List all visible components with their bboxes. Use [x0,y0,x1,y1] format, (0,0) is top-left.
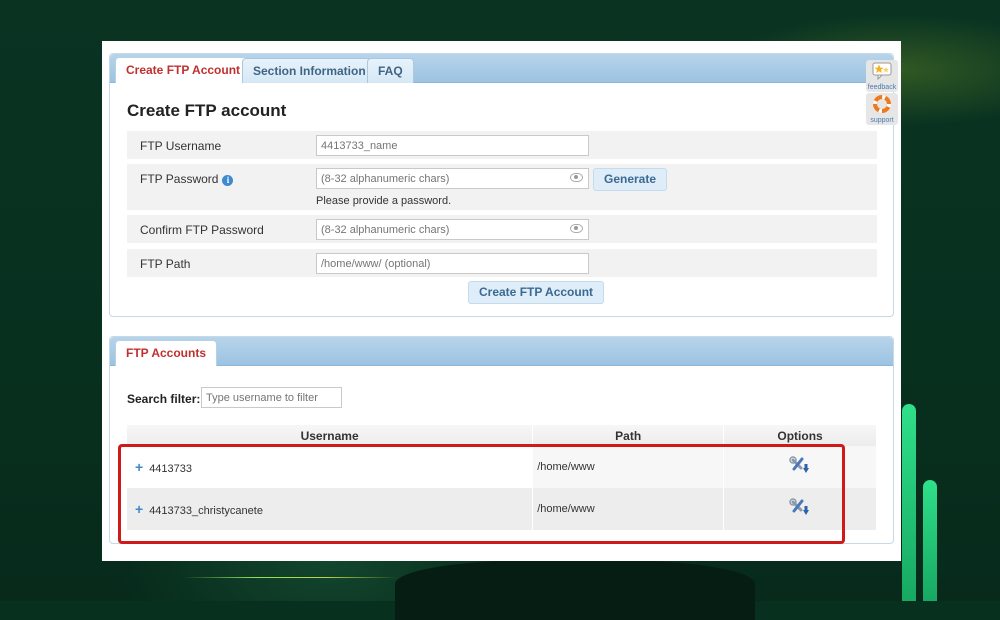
path-cell: /home/www [532,488,725,530]
options-cell [723,488,877,530]
eye-icon[interactable] [570,224,583,233]
form-title: Create FTP account [127,101,287,120]
column-options: Options [723,425,877,446]
tab-ftp-accounts[interactable]: FTP Accounts [115,340,218,366]
username-value: 4413733_christycanete [149,505,263,517]
confirm-password-row: Confirm FTP Password [127,215,877,243]
tab-section-information[interactable]: Section Information [242,58,377,83]
ftp-accounts-panel: FTP Accounts Search filter: Username Pat… [109,336,894,544]
eye-icon[interactable] [570,173,583,182]
table-header: Username Path Options [127,425,877,446]
username-value: 4413733 [149,463,193,475]
support-icon [873,95,891,113]
path-row: FTP Path [127,249,877,277]
support-button[interactable]: support [866,93,898,125]
password-field-wrap [316,168,589,189]
background-decoration [183,577,398,578]
confirm-password-input[interactable] [316,219,589,240]
feedback-icon [872,62,892,81]
info-icon[interactable]: i [222,175,234,186]
tab-create-ftp-account[interactable]: Create FTP Account [115,57,252,83]
column-path[interactable]: Path [532,425,725,446]
ftp-page: Create FTP Account Section Information F… [102,41,901,561]
support-label: support [870,117,894,124]
expand-icon[interactable]: + [135,459,143,475]
tab-bar: Create FTP Account Section Information F… [110,54,893,83]
username-cell: +4413733_christycanete [127,488,534,530]
tab-faq[interactable]: FAQ [367,58,414,83]
password-hint: Please provide a password. [316,195,452,207]
ftp-accounts-table: Username Path Options +4413733 /home/www [127,425,877,530]
confirm-field-wrap [316,219,589,240]
username-label: FTP Username [140,139,222,153]
tools-icon[interactable] [789,497,811,518]
password-input[interactable] [316,168,589,189]
path-input[interactable] [316,253,589,274]
background-decoration [395,560,755,620]
create-ftp-panel: Create FTP Account Section Information F… [109,53,894,317]
tools-icon[interactable] [789,455,811,476]
confirm-password-label: Confirm FTP Password [140,223,264,237]
password-label: FTP Password i [140,172,234,186]
search-filter-label: Search filter: [127,392,201,406]
background-decoration [902,404,916,601]
expand-icon[interactable]: + [135,501,143,517]
column-username[interactable]: Username [127,425,534,446]
username-input[interactable] [316,135,589,156]
create-ftp-account-button[interactable]: Create FTP Account [468,281,605,304]
tab-bar: FTP Accounts [110,337,893,366]
password-label-text: FTP Password [140,172,219,186]
feedback-label: feedback [867,84,897,91]
options-cell [723,446,877,488]
table-row: +4413733 /home/www [127,446,877,488]
path-cell: /home/www [532,446,725,488]
path-label: FTP Path [140,257,191,271]
password-row: FTP Password i Generate Please provide a … [127,164,877,210]
background-decoration [923,480,937,601]
feedback-button[interactable]: feedback [866,60,898,92]
table-row: +4413733_christycanete /home/www [127,488,877,530]
username-row: FTP Username [127,131,877,159]
username-cell: +4413733 [127,446,534,488]
generate-button[interactable]: Generate [593,168,668,191]
search-filter-input[interactable] [201,387,342,408]
